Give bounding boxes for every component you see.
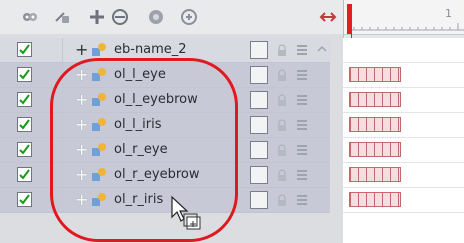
layer-row[interactable]: + ol_l_eyebrow [0, 88, 330, 113]
layer-lock-icon[interactable] [277, 144, 287, 156]
layer-color-swatch[interactable] [250, 191, 268, 209]
scroll-up-icon[interactable] [316, 43, 328, 55]
layer-name[interactable]: ol_r_eye [114, 142, 168, 157]
ruler-ticks [350, 23, 464, 31]
drawing-layer-icon [92, 43, 106, 56]
color-icon[interactable] [147, 8, 165, 26]
divider [62, 63, 63, 87]
layer-visible-checkbox[interactable] [17, 117, 32, 132]
timeline-row[interactable] [343, 88, 464, 113]
layer-visible-checkbox[interactable] [17, 192, 32, 207]
layer-options-icon[interactable] [296, 169, 308, 181]
layer-toolbar [0, 0, 343, 35]
layer-lock-icon[interactable] [277, 69, 287, 81]
exposure-cells[interactable] [349, 142, 401, 157]
remove-layer-icon[interactable] [111, 8, 129, 26]
divider [62, 163, 63, 187]
playhead-handle[interactable] [347, 4, 352, 34]
divider [62, 88, 63, 112]
layer-name[interactable]: ol_l_eyebrow [114, 92, 198, 107]
layer-lock-icon[interactable] [277, 94, 287, 106]
extra-icon[interactable] [180, 8, 198, 26]
timeline-ruler[interactable]: 1 [343, 0, 464, 35]
expand-plus-icon[interactable]: + [75, 165, 88, 184]
timeline-row[interactable] [343, 38, 464, 63]
timeline-row[interactable] [343, 163, 464, 188]
timeline-panel: 1 + eb-name_2 + ol_l_eye + ol_l_eyebrow … [0, 0, 464, 243]
drawing-layer-icon [92, 143, 106, 156]
layer-color-swatch[interactable] [250, 66, 268, 84]
layer-lock-icon[interactable] [277, 169, 287, 181]
expand-plus-icon[interactable]: + [75, 65, 88, 84]
layer-row[interactable]: + ol_l_eye [0, 63, 330, 88]
layer-visible-checkbox[interactable] [17, 142, 32, 157]
layer-name[interactable]: ol_l_eye [114, 67, 166, 82]
layer-lock-icon[interactable] [277, 44, 287, 56]
drawing-layer-icon [92, 193, 106, 206]
layer-options-icon[interactable] [296, 119, 308, 131]
expand-plus-icon[interactable]: + [75, 115, 88, 134]
exposure-cells[interactable] [349, 67, 401, 82]
drag-copy-cursor-icon [171, 195, 201, 230]
divider [62, 188, 63, 212]
layer-row[interactable]: + ol_r_eye [0, 138, 330, 163]
drawing-layer-icon [92, 93, 106, 106]
layer-visible-checkbox[interactable] [17, 67, 32, 82]
timeline-row[interactable] [343, 188, 464, 213]
layer-lock-icon[interactable] [277, 194, 287, 206]
expand-plus-icon[interactable]: + [75, 40, 88, 59]
timeline-row[interactable] [343, 63, 464, 88]
expand-plus-icon[interactable]: + [75, 140, 88, 159]
layer-name[interactable]: ol_l_iris [114, 117, 162, 132]
drawing-layer-icon [92, 68, 106, 81]
timeline-row[interactable] [343, 138, 464, 163]
layer-color-swatch[interactable] [250, 166, 268, 184]
divider [62, 38, 63, 62]
collapse-icon[interactable] [319, 8, 337, 26]
layer-options-icon[interactable] [296, 44, 308, 56]
exposure-cells[interactable] [349, 167, 401, 182]
layer-visible-checkbox[interactable] [17, 92, 32, 107]
layer-visible-checkbox[interactable] [17, 167, 32, 182]
layer-row[interactable]: + ol_l_iris [0, 113, 330, 138]
expand-plus-icon[interactable]: + [75, 190, 88, 209]
layer-options-icon[interactable] [296, 194, 308, 206]
divider [62, 138, 63, 162]
layer-options-icon[interactable] [296, 94, 308, 106]
layer-color-swatch[interactable] [250, 91, 268, 109]
layer-color-swatch[interactable] [250, 116, 268, 134]
drawing-layer-icon [92, 168, 106, 181]
exposure-cells[interactable] [349, 92, 401, 107]
expand-plus-icon[interactable]: + [75, 90, 88, 109]
divider [62, 113, 63, 137]
layer-visible-checkbox[interactable] [17, 42, 32, 57]
frame-number: 1 [445, 7, 452, 20]
layer-options-icon[interactable] [296, 69, 308, 81]
add-layer-icon[interactable] [88, 8, 106, 26]
layer-name[interactable]: ol_r_iris [114, 192, 163, 207]
layer-color-swatch[interactable] [250, 141, 268, 159]
timeline-row[interactable] [343, 113, 464, 138]
layer-options-icon[interactable] [296, 144, 308, 156]
lock-icon[interactable] [53, 8, 71, 26]
layer-color-swatch[interactable] [250, 41, 268, 59]
exposure-cells[interactable] [349, 192, 401, 207]
timeline-empty-area[interactable] [343, 213, 464, 243]
layer-lock-icon[interactable] [277, 119, 287, 131]
layer-row[interactable]: + eb-name_2 [0, 38, 330, 63]
layer-row[interactable]: + ol_r_eyebrow [0, 163, 330, 188]
exposure-cells[interactable] [349, 117, 401, 132]
layer-name[interactable]: ol_r_eyebrow [114, 167, 200, 182]
layer-row[interactable]: + ol_r_iris [0, 188, 330, 213]
layer-name[interactable]: eb-name_2 [114, 42, 187, 57]
show-hide-icon[interactable] [21, 8, 39, 26]
drawing-layer-icon [92, 118, 106, 131]
